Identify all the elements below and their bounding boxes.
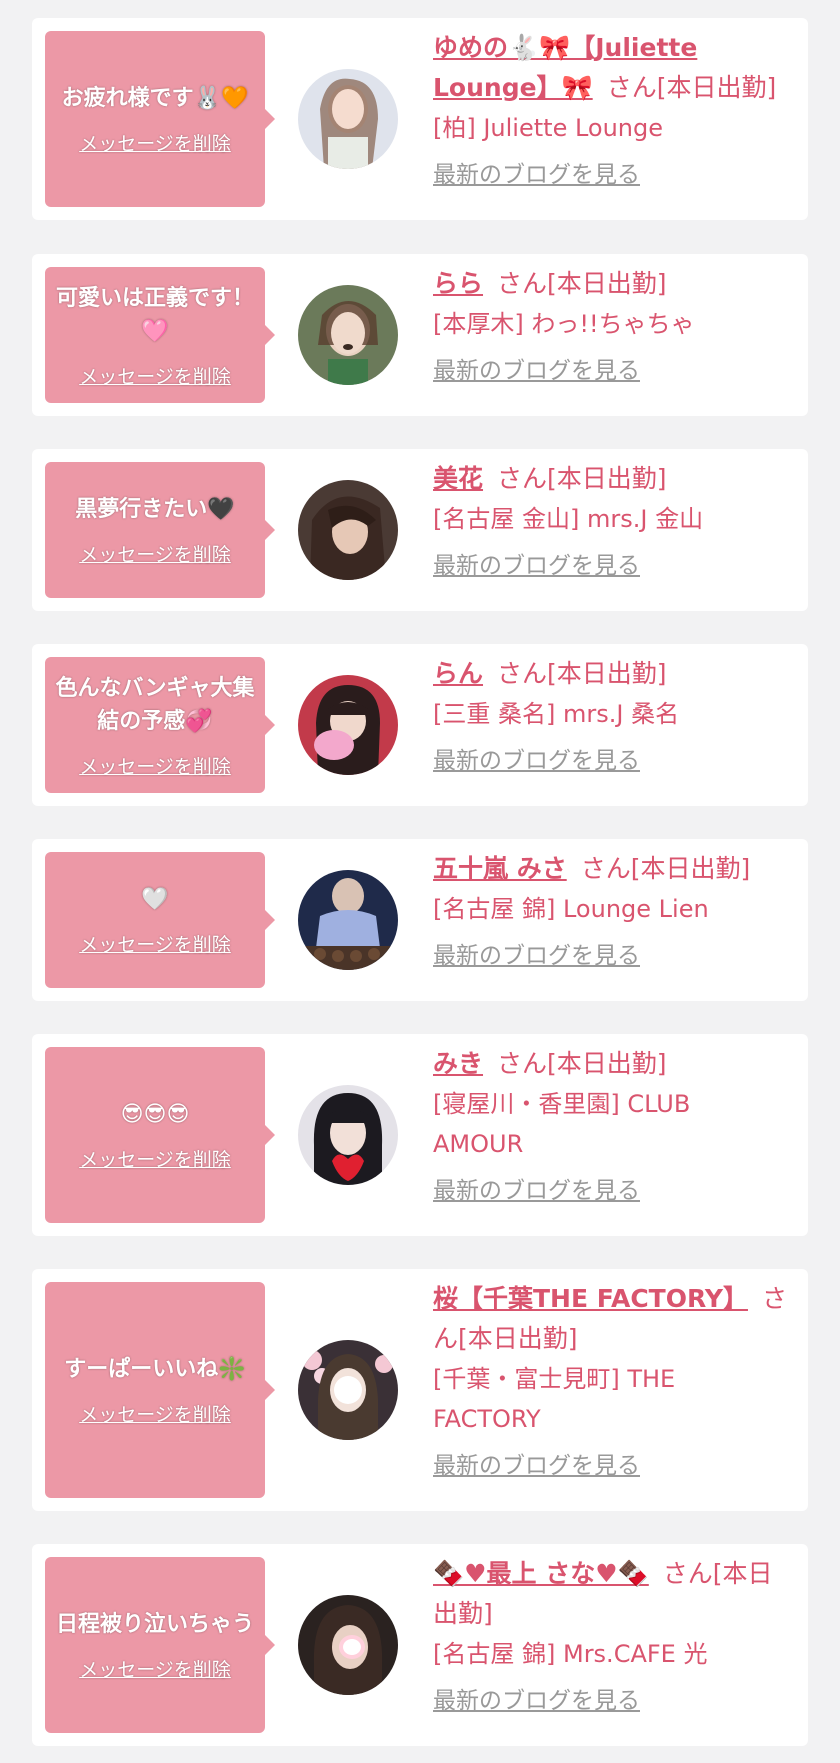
attendance-status: さん[本日出勤]: [497, 659, 667, 688]
cast-card: 日程被り泣いちゃう メッセージを削除 🍫♥最上 さな♥🍫 さん[本日出勤] [名古…: [32, 1544, 808, 1746]
cast-info: 桜【千葉THE FACTORY】 さん[本日出勤] [千葉・富士見町] THE F…: [433, 1279, 788, 1481]
cast-card: 黒夢行きたい🖤 メッセージを削除 美花 さん[本日出勤] [名古屋 金山] mrs…: [32, 449, 808, 611]
name-line: 美花 さん[本日出勤]: [433, 459, 788, 499]
favorite-cast-list: お疲れ様です🐰🧡 メッセージを削除 ゆめの🐇🎀【Juliette Lounge】…: [0, 0, 840, 1763]
avatar[interactable]: [298, 1595, 398, 1695]
message-text: 😎😎😎: [120, 1102, 190, 1127]
shop-name: [三重 桑名] mrs.J 桑名: [433, 700, 680, 728]
delete-message-link[interactable]: メッセージを削除: [79, 1400, 231, 1427]
message-bubble: 可愛いは正義です！🩷 メッセージを削除: [45, 267, 275, 403]
delete-message-link[interactable]: メッセージを削除: [79, 930, 231, 957]
cast-card: すーぱーいいね❇️ メッセージを削除 桜【千葉THE FACTORY】 さん[本日…: [32, 1269, 808, 1511]
message-text: お疲れ様です🐰🧡: [61, 86, 249, 111]
shop-name: [柏] Juliette Lounge: [433, 114, 664, 142]
shop-name: [名古屋 金山] mrs.J 金山: [433, 505, 704, 533]
cast-card: お疲れ様です🐰🧡 メッセージを削除 ゆめの🐇🎀【Juliette Lounge】…: [32, 18, 808, 220]
name-line: ゆめの🐇🎀【Juliette Lounge】🎀 さん[本日出勤]: [433, 28, 788, 108]
message-bubble: お疲れ様です🐰🧡 メッセージを削除: [45, 31, 275, 207]
message-text: 黒夢行きたい🖤: [75, 497, 235, 522]
cast-info: らら さん[本日出勤] [本厚木] わっ!!ちゃちゃ 最新のブログを見る: [433, 264, 788, 386]
cast-card: 😎😎😎 メッセージを削除 みき さん[本日出勤] [寝屋川・香里園] CLUB A…: [32, 1034, 808, 1236]
message-bubble: 黒夢行きたい🖤 メッセージを削除: [45, 462, 275, 598]
delete-message-link[interactable]: メッセージを削除: [79, 540, 231, 567]
delete-message-link[interactable]: メッセージを削除: [79, 752, 231, 779]
message-bubble: 🤍 メッセージを削除: [45, 852, 275, 988]
cast-info: みき さん[本日出勤] [寝屋川・香里園] CLUB AMOUR 最新のブログを見…: [433, 1044, 788, 1206]
cast-name-link[interactable]: 桜【千葉THE FACTORY】: [433, 1284, 748, 1313]
cast-name-link[interactable]: 🍫♥最上 さな♥🍫: [433, 1559, 649, 1588]
attendance-status: さん[本日出勤]: [606, 73, 777, 102]
attendance-status: さん[本日出勤]: [497, 1049, 667, 1078]
shop-name: [寝屋川・香里園] CLUB AMOUR: [433, 1090, 691, 1158]
cast-name-link[interactable]: らら: [433, 269, 483, 298]
cast-name-link[interactable]: みき: [433, 1049, 483, 1078]
cast-info: らん さん[本日出勤] [三重 桑名] mrs.J 桑名 最新のブログを見る: [433, 654, 788, 776]
name-line: らら さん[本日出勤]: [433, 264, 788, 304]
latest-blog-link[interactable]: 最新のブログを見る: [433, 941, 640, 971]
name-line: らん さん[本日出勤]: [433, 654, 788, 694]
name-line: みき さん[本日出勤]: [433, 1044, 788, 1084]
shop-name: [本厚木] わっ!!ちゃちゃ: [433, 310, 695, 338]
message-text: 可愛いは正義です！🩷: [55, 285, 254, 344]
cast-card: 色んなバンギャ大集結の予感💞 メッセージを削除 らん さん[本日出勤] [三重 桑…: [32, 644, 808, 806]
latest-blog-link[interactable]: 最新のブログを見る: [433, 1451, 640, 1481]
attendance-status: さん[本日出勤]: [497, 464, 667, 493]
delete-message-link[interactable]: メッセージを削除: [79, 129, 231, 156]
message-text: すーぱーいいね❇️: [64, 1357, 246, 1382]
shop-name: [千葉・富士見町] THE FACTORY: [433, 1365, 676, 1433]
latest-blog-link[interactable]: 最新のブログを見る: [433, 1686, 640, 1716]
shop-name: [名古屋 錦] Mrs.CAFE 光: [433, 1640, 708, 1668]
avatar[interactable]: [298, 69, 398, 169]
message-text: 日程被り泣いちゃう: [55, 1612, 254, 1637]
message-bubble: 日程被り泣いちゃう メッセージを削除: [45, 1557, 275, 1733]
cast-card: 可愛いは正義です！🩷 メッセージを削除 らら さん[本日出勤] [本厚木] わっ!…: [32, 254, 808, 416]
avatar[interactable]: [298, 285, 398, 385]
name-line: 🍫♥最上 さな♥🍫 さん[本日出勤]: [433, 1554, 788, 1634]
cast-name-link[interactable]: 五十嵐 みさ: [433, 854, 567, 883]
avatar[interactable]: [298, 675, 398, 775]
attendance-status: さん[本日出勤]: [497, 269, 667, 298]
shop-name: [名古屋 錦] Lounge Lien: [433, 895, 709, 923]
cast-info: 五十嵐 みさ さん[本日出勤] [名古屋 錦] Lounge Lien 最新のブロ…: [433, 849, 788, 971]
cast-info: 🍫♥最上 さな♥🍫 さん[本日出勤] [名古屋 錦] Mrs.CAFE 光 最新の…: [433, 1554, 788, 1716]
message-bubble: 😎😎😎 メッセージを削除: [45, 1047, 275, 1223]
latest-blog-link[interactable]: 最新のブログを見る: [433, 356, 640, 386]
latest-blog-link[interactable]: 最新のブログを見る: [433, 160, 640, 190]
latest-blog-link[interactable]: 最新のブログを見る: [433, 1176, 640, 1206]
name-line: 桜【千葉THE FACTORY】 さん[本日出勤]: [433, 1279, 788, 1359]
message-bubble: すーぱーいいね❇️ メッセージを削除: [45, 1282, 275, 1498]
avatar[interactable]: [298, 1340, 398, 1440]
message-text: 🤍: [141, 887, 169, 912]
delete-message-link[interactable]: メッセージを削除: [79, 362, 231, 389]
message-bubble: 色んなバンギャ大集結の予感💞 メッセージを削除: [45, 657, 275, 793]
avatar[interactable]: [298, 480, 398, 580]
cast-card: 🤍 メッセージを削除 五十嵐 みさ さん[本日出勤] [名古屋 錦] Lounge…: [32, 839, 808, 1001]
attendance-status: さん[本日出勤]: [580, 854, 751, 883]
avatar[interactable]: [298, 1085, 398, 1185]
latest-blog-link[interactable]: 最新のブログを見る: [433, 746, 640, 776]
name-line: 五十嵐 みさ さん[本日出勤]: [433, 849, 788, 889]
delete-message-link[interactable]: メッセージを削除: [79, 1655, 231, 1682]
cast-name-link[interactable]: 美花: [433, 464, 483, 493]
latest-blog-link[interactable]: 最新のブログを見る: [433, 551, 640, 581]
avatar[interactable]: [298, 870, 398, 970]
cast-info: ゆめの🐇🎀【Juliette Lounge】🎀 さん[本日出勤] [柏] Juli…: [433, 28, 788, 190]
cast-info: 美花 さん[本日出勤] [名古屋 金山] mrs.J 金山 最新のブログを見る: [433, 459, 788, 581]
delete-message-link[interactable]: メッセージを削除: [79, 1145, 231, 1172]
message-text: 色んなバンギャ大集結の予感💞: [55, 675, 255, 734]
cast-name-link[interactable]: らん: [433, 659, 483, 688]
